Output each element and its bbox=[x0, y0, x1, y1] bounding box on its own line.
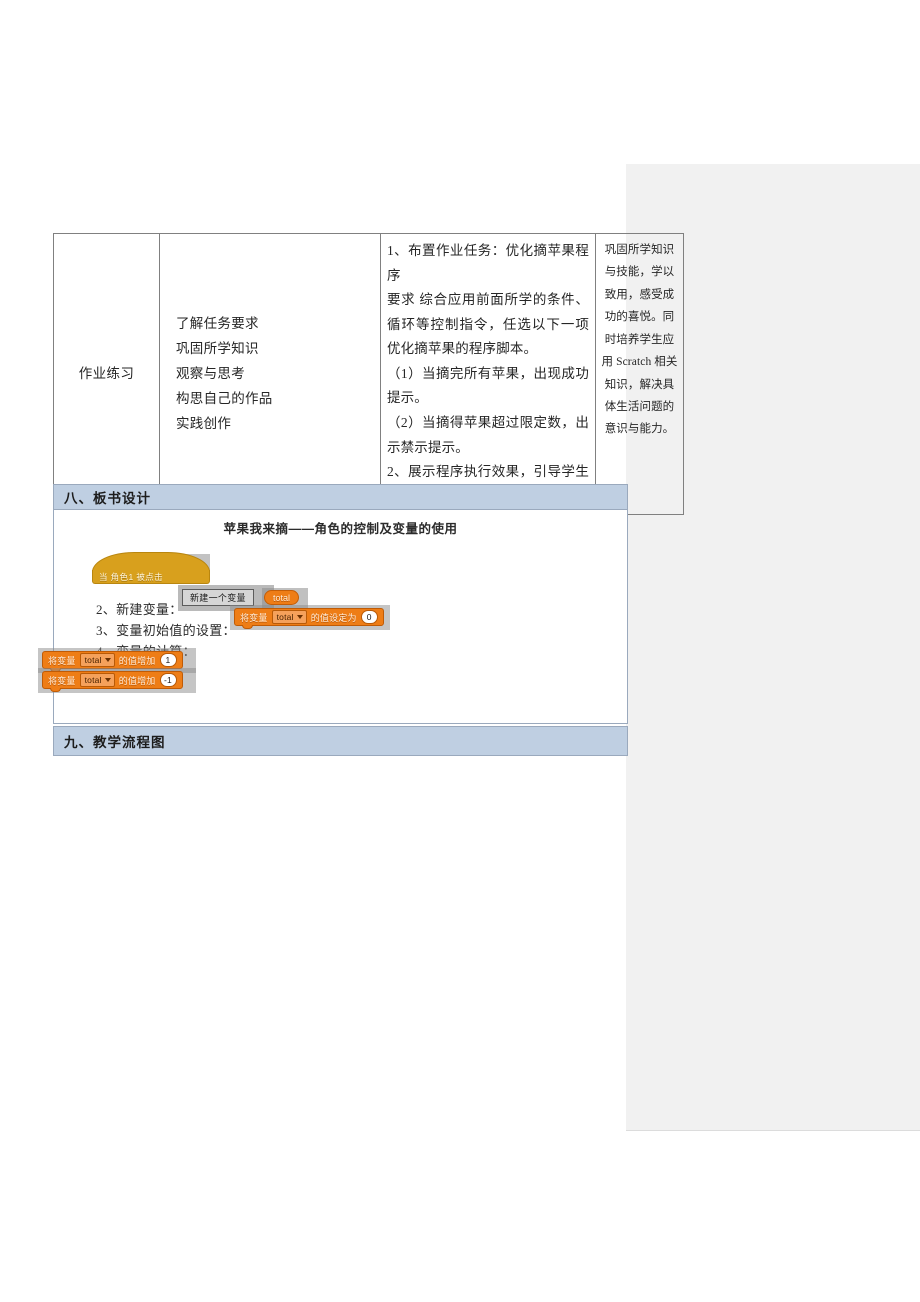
board-line-3: 3、变量初始值的设置： bbox=[96, 620, 236, 639]
section-header-flow-chart: 九、教学流程图 bbox=[53, 726, 628, 756]
section-header-board-design: 八、板书设计 bbox=[53, 484, 628, 510]
objective-item: 巩固所学知识 bbox=[176, 340, 259, 356]
change-block-middle: 的值增加 bbox=[118, 675, 156, 686]
objective-item: 观察与思考 bbox=[176, 365, 245, 381]
table-row: 作业练习 了解任务要求 巩固所学知识 观察与思考 构思自己的作品 实践创作 1、… bbox=[53, 232, 684, 516]
set-block-prefix: 将变量 bbox=[240, 612, 268, 623]
scratch-set-variable-block[interactable]: 将变量 total 的值设定为 0 bbox=[234, 608, 384, 629]
hat-block-label: 当 角色1 被点击 bbox=[99, 572, 164, 582]
set-block-variable-dropdown[interactable]: total bbox=[271, 610, 307, 624]
hat-block-top bbox=[92, 552, 210, 572]
set-block-dropdown-value: total bbox=[276, 612, 294, 622]
change-block-variable-dropdown[interactable]: total bbox=[79, 673, 115, 687]
change-block-dropdown-value: total bbox=[84, 655, 102, 665]
document-page: 作业练习 了解任务要求 巩固所学知识 观察与思考 构思自己的作品 实践创作 1、… bbox=[0, 0, 920, 1302]
section-header-label: 八、板书设计 bbox=[64, 491, 151, 506]
design-intent-text: 巩固所学知识与技能，学以致用，感受成功的喜悦。同时培养学生应用 Scratch … bbox=[601, 244, 678, 436]
board-line-2-number: 2、 bbox=[96, 602, 117, 617]
scratch-change-variable-block-minus[interactable]: 将变量 total 的值增加 -1 bbox=[42, 671, 183, 692]
board-line-3-label: 变量初始值的设置： bbox=[116, 623, 236, 638]
change-block-dropdown-value: total bbox=[84, 675, 102, 685]
change-block-prefix: 将变量 bbox=[48, 655, 76, 666]
board-design-title: 苹果我来摘——角色的控制及变量的使用 bbox=[223, 522, 458, 536]
chevron-down-icon bbox=[296, 615, 303, 619]
scratch-change-variable-block-plus[interactable]: 将变量 total 的值增加 1 bbox=[42, 651, 183, 672]
new-variable-button[interactable]: 新建一个变量 bbox=[182, 589, 254, 606]
activity-paragraph: 1、布置作业任务：优化摘苹果程序 bbox=[387, 243, 589, 283]
lesson-plan-table: 作业练习 了解任务要求 巩固所学知识 观察与思考 构思自己的作品 实践创作 1、… bbox=[53, 232, 684, 516]
board-line-3-number: 3、 bbox=[96, 623, 117, 638]
cell-objectives: 了解任务要求 巩固所学知识 观察与思考 构思自己的作品 实践创作 bbox=[159, 232, 381, 516]
chevron-down-icon bbox=[104, 678, 111, 682]
chevron-down-icon bbox=[104, 658, 111, 662]
change-block-middle: 的值增加 bbox=[118, 655, 156, 666]
board-line-2-label: 新建变量： bbox=[116, 602, 183, 617]
activity-paragraph: （1）当摘完所有苹果，出现成功提示。 bbox=[387, 365, 589, 406]
activity-paragraph: （2）当摘得苹果超过限定数，出示禁示提示。 bbox=[387, 414, 589, 455]
cell-teaching-stage: 作业练习 bbox=[53, 232, 160, 516]
board-design-body: 苹果我来摘——角色的控制及变量的使用 当 角色1 被点击 2、新建变量： 3、变… bbox=[38, 510, 628, 724]
cell-design-intent: 巩固所学知识与技能，学以致用，感受成功的喜悦。同时培养学生应用 Scratch … bbox=[595, 232, 684, 516]
board-line-2: 2、新建变量： bbox=[96, 599, 183, 618]
change-block-variable-dropdown[interactable]: total bbox=[79, 653, 115, 667]
objective-item: 了解任务要求 bbox=[176, 315, 259, 331]
cell-teaching-activity: 1、布置作业任务：优化摘苹果程序 要求 综合应用前面所学的条件、循环等控制指令，… bbox=[380, 232, 596, 516]
set-block-value-input[interactable]: 0 bbox=[360, 610, 378, 624]
scratch-hat-block-when-sprite-clicked[interactable]: 当 角色1 被点击 bbox=[92, 552, 210, 584]
change-block-value-input[interactable]: -1 bbox=[159, 673, 177, 687]
change-block-value-input[interactable]: 1 bbox=[159, 653, 177, 667]
objective-item: 构思自己的作品 bbox=[176, 390, 273, 406]
objective-item: 实践创作 bbox=[176, 415, 232, 431]
activity-paragraph: 要求 综合应用前面所学的条件、循环等控制指令，任选以下一项优化摘苹果的程序脚本。 bbox=[387, 292, 589, 357]
set-block-middle: 的值设定为 bbox=[310, 612, 357, 623]
change-block-prefix: 将变量 bbox=[48, 675, 76, 686]
scratch-variable-reporter-total[interactable]: total bbox=[264, 590, 300, 605]
section-header-label: 九、教学流程图 bbox=[64, 735, 166, 750]
